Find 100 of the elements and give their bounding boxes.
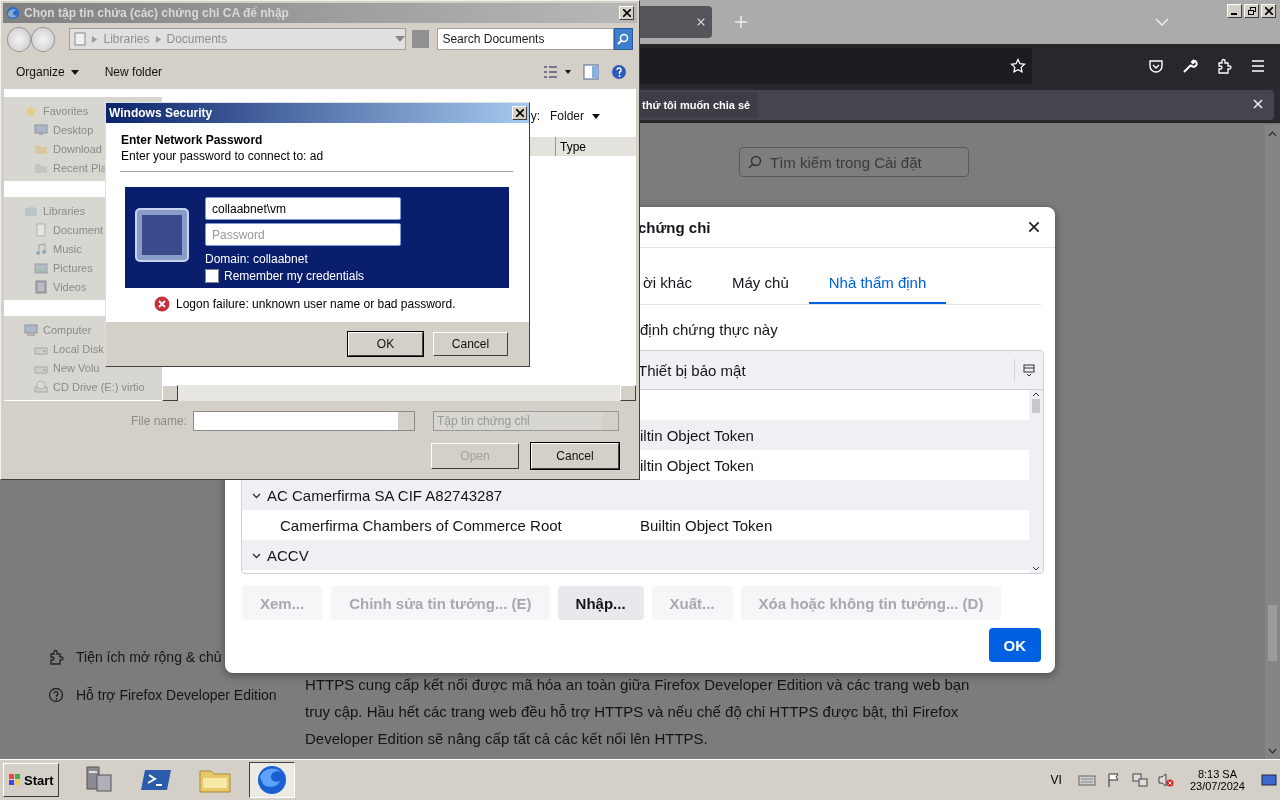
help-icon[interactable] [611,64,627,80]
close-icon [622,9,631,17]
dialog-subtitle: Enter your password to connect to: ad [121,149,325,163]
tab[interactable]: Máy chủ [712,264,809,304]
search-icon [748,155,762,169]
search-field[interactable]: Tìm kiếm trong Cài đặt [739,147,969,177]
close-icon [515,109,524,117]
description: định chứng thực này [640,321,779,338]
close-icon[interactable] [1027,220,1041,234]
nav-item[interactable]: Music [4,239,82,258]
show-desktop-icon[interactable] [1261,772,1277,788]
monitor-icon [34,122,48,137]
arrange-label: y: [530,109,540,123]
close-button[interactable] [619,6,634,20]
dialog-button[interactable]: OK [348,332,423,356]
group-row[interactable]: ACCV [242,540,1029,570]
close-button[interactable] [1261,4,1276,18]
picture-icon [34,260,48,275]
taskbar-button[interactable] [248,762,295,798]
document-icon [34,222,48,237]
window-title: Chọn tập tin chứa (các) chứng chỉ CA để nhập [24,6,289,20]
column-header[interactable]: Type [555,137,636,156]
file-name-field[interactable] [193,411,415,431]
restore-button[interactable] [1244,4,1259,18]
close-button[interactable] [512,106,527,120]
breadcrumb[interactable]: Libraries [103,32,150,46]
paragraph: HTTPS cung cấp kết nối được mã hóa an toàn giữa Firefox Developer Edition và các trang web bạn truy cập. Hầu hết các trang web đều hỗ trợ HTTPS và nếu chế độ chỉ HTTPS được bật, thì Firefox Developer Edition sẽ nâng cấp tất cả các kết nối lên HTTPS. [305,675,971,749]
nav-item[interactable]: Libraries [4,201,86,220]
toolbar-button[interactable]: New folder [101,63,166,81]
dropdown-icon[interactable] [395,36,405,42]
scroll-down-icon[interactable] [1032,566,1040,571]
app-icon [6,6,20,20]
sidebar-item[interactable]: Tiện ích mở rộng & chủ [0,638,300,676]
clock-date[interactable]: 23/07/2024 [1189,780,1245,792]
pocket-icon[interactable] [1148,58,1164,74]
start-button[interactable]: Start [3,763,59,797]
window-title: Windows Security [109,106,213,120]
sidebar-item[interactable]: Hỗ trợ Firefox Developer Edition [0,676,300,714]
username-field[interactable]: collaabnet\vm [205,197,401,220]
breadcrumb[interactable]: Documents [166,32,228,46]
nav-item[interactable]: Local Disk [4,339,104,358]
table-cell: Camerfirma Chambers of Commerce Root [280,516,562,534]
field-label: File name: [130,414,187,428]
search-button[interactable] [613,28,633,50]
arrange-dropdown[interactable]: Folder [550,109,600,123]
scroll-up-icon[interactable] [1032,392,1040,397]
nav-item[interactable]: Favorites [4,101,89,120]
scrollbar[interactable] [1029,390,1043,573]
wrench-icon[interactable] [1182,58,1198,74]
search-input[interactable]: Tìm kiếm trong Cài đặt [768,152,962,172]
help-icon [48,687,64,703]
scroll-thumb[interactable] [1032,399,1040,413]
address-bar[interactable]: Libraries Documents [69,28,406,50]
preview-pane-icon[interactable] [583,64,599,80]
dialog-button[interactable]: Cancel [433,332,508,356]
column-picker-icon[interactable] [1023,364,1035,376]
password-field[interactable]: Password [205,223,401,246]
search-field[interactable]: Search Documents [437,28,614,50]
action-button[interactable]: Nhập... [557,586,644,620]
puzzle-icon[interactable] [1216,58,1232,74]
star-icon [24,103,38,118]
minimize-button[interactable] [1227,4,1242,18]
menu-icon[interactable] [1250,58,1266,74]
view-icon[interactable] [543,65,571,79]
library-icon [24,203,38,218]
group-row[interactable]: AC Camerfirma SA CIF A82743287 [242,480,1029,510]
star-icon[interactable] [1010,58,1026,74]
restore-icon [1247,7,1256,15]
nav-item[interactable]: Document [4,220,104,239]
nav-item[interactable]: Desktop [4,120,94,139]
close-icon [1264,7,1273,15]
scrollbar[interactable] [1265,125,1280,760]
puzzle-icon [48,649,64,665]
nav-item[interactable]: Videos [4,277,87,296]
nav-item[interactable]: Pictures [4,258,93,277]
caret-icon [592,113,600,119]
checkbox[interactable] [205,269,219,283]
clock-time[interactable]: 8:13 SA [1197,768,1238,780]
nav-item[interactable]: Computer [4,320,92,339]
checkbox-label[interactable]: Remember my credentials [224,269,365,283]
computer-icon [24,322,38,337]
ok-button[interactable]: OK [988,628,1041,662]
tab[interactable]: Nhà thẩm định [808,264,947,304]
nav-item[interactable]: New Volu [4,358,100,377]
dialog-title: chứng chỉ [638,218,711,236]
network-icon[interactable] [1131,772,1148,788]
dialog-button[interactable]: Cancel [531,443,619,469]
caret-icon [70,69,79,75]
nav-item[interactable]: Download [4,139,102,158]
scrollbar[interactable] [162,385,636,401]
nav-item[interactable]: CD Drive (E:) virtio [4,377,145,396]
column-header[interactable]: Thiết bị bảo mật [638,361,746,379]
disc-drive-icon [34,379,48,394]
tab[interactable]: ời khác [623,264,713,304]
film-icon [34,279,48,294]
toolbar-button[interactable]: Organize [13,63,82,81]
speaker-muted-icon[interactable] [1157,772,1174,788]
language-indicator[interactable]: VI [1050,773,1062,787]
flag-icon[interactable] [1105,772,1122,788]
document-icon [74,32,87,46]
